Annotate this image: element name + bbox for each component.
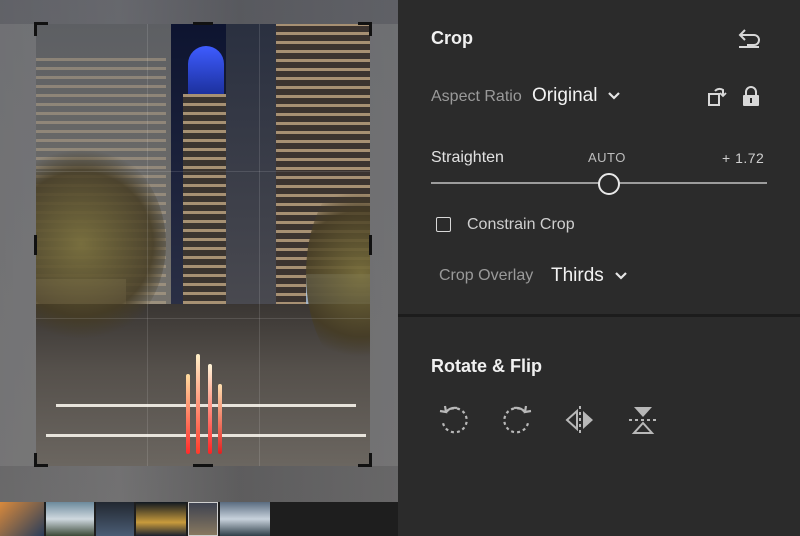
crop-mask-left: [0, 24, 36, 466]
tower: [183, 94, 229, 304]
flip-horizontal-button[interactable]: [562, 402, 598, 438]
crop-handle-bottom[interactable]: [193, 464, 213, 467]
tower-top: [188, 46, 224, 96]
crop-handle-bottom-right[interactable]: [369, 453, 372, 467]
crop-handle-top-right[interactable]: [369, 22, 372, 36]
flip-vertical-icon: [629, 407, 657, 434]
rotate-flip-section-title: Rotate & Flip: [431, 356, 542, 376]
crop-overlay-label: Crop Overlay: [439, 267, 534, 284]
flip-horizontal-icon: [565, 406, 593, 434]
filmstrip-thumbnail[interactable]: [96, 502, 134, 536]
constrain-crop-label: Constrain Crop: [467, 216, 575, 233]
thirds-line: [36, 171, 370, 172]
constrain-crop-checkbox[interactable]: [436, 217, 451, 232]
filmstrip-thumbnail[interactable]: [136, 502, 186, 536]
rotate-orientation-icon: [708, 87, 727, 106]
crosswalk-line: [56, 404, 356, 407]
light-streak: [218, 384, 222, 454]
crop-handle-left[interactable]: [34, 235, 37, 255]
aspect-ratio-dropdown[interactable]: Original: [532, 85, 621, 107]
crop-overlay-value: Thirds: [551, 265, 604, 286]
filmstrip-thumbnail-selected[interactable]: [188, 502, 218, 536]
rotate-left-button[interactable]: [436, 402, 472, 438]
chevron-down-icon: [615, 272, 627, 280]
light-streak: [208, 364, 212, 454]
rotate-right-icon: [503, 405, 532, 434]
crop-area[interactable]: [36, 24, 370, 466]
filmstrip-thumbnail[interactable]: [0, 502, 44, 536]
reset-icon: [738, 29, 760, 48]
photo-canvas[interactable]: [0, 0, 398, 536]
aspect-ratio-label: Aspect Ratio: [431, 88, 522, 105]
rotate-left-icon: [439, 405, 468, 434]
crop-handle-right[interactable]: [369, 235, 372, 255]
swap-orientation-button[interactable]: [704, 83, 730, 109]
chevron-down-icon: [608, 92, 621, 100]
crop-handle-top-left[interactable]: [34, 22, 37, 36]
light-streak: [196, 354, 200, 454]
rotate-right-button[interactable]: [499, 402, 535, 438]
crop-section-title: Crop: [431, 28, 473, 48]
crop-mask-right: [370, 24, 398, 466]
thirds-line: [147, 24, 148, 466]
crosswalk-line: [46, 434, 366, 437]
filmstrip-thumbnail[interactable]: [220, 502, 270, 536]
crop-overlay-dropdown[interactable]: Thirds: [551, 265, 628, 287]
aspect-ratio-value: Original: [532, 85, 598, 106]
crop-handle-top[interactable]: [193, 22, 213, 25]
light-streak: [186, 374, 190, 454]
lock-aspect-button[interactable]: [738, 83, 764, 109]
thirds-line: [36, 318, 370, 319]
crop-handle-bottom-left[interactable]: [34, 453, 37, 467]
flip-vertical-button[interactable]: [625, 402, 661, 438]
section-divider: [398, 314, 800, 317]
building-mid-right: [226, 24, 276, 314]
straighten-slider-thumb[interactable]: [598, 173, 621, 195]
straighten-auto-button[interactable]: AUTO: [588, 150, 626, 165]
straighten-label: Straighten: [431, 149, 504, 166]
reset-button[interactable]: [732, 24, 766, 52]
filmstrip: [0, 502, 398, 536]
straighten-value[interactable]: + 1.72: [722, 150, 764, 166]
edit-panel: Crop Aspect Ratio Original Straighten AU…: [398, 0, 800, 536]
filmstrip-thumbnail[interactable]: [46, 502, 94, 536]
thirds-line: [259, 24, 260, 466]
lock-icon: [743, 86, 759, 106]
